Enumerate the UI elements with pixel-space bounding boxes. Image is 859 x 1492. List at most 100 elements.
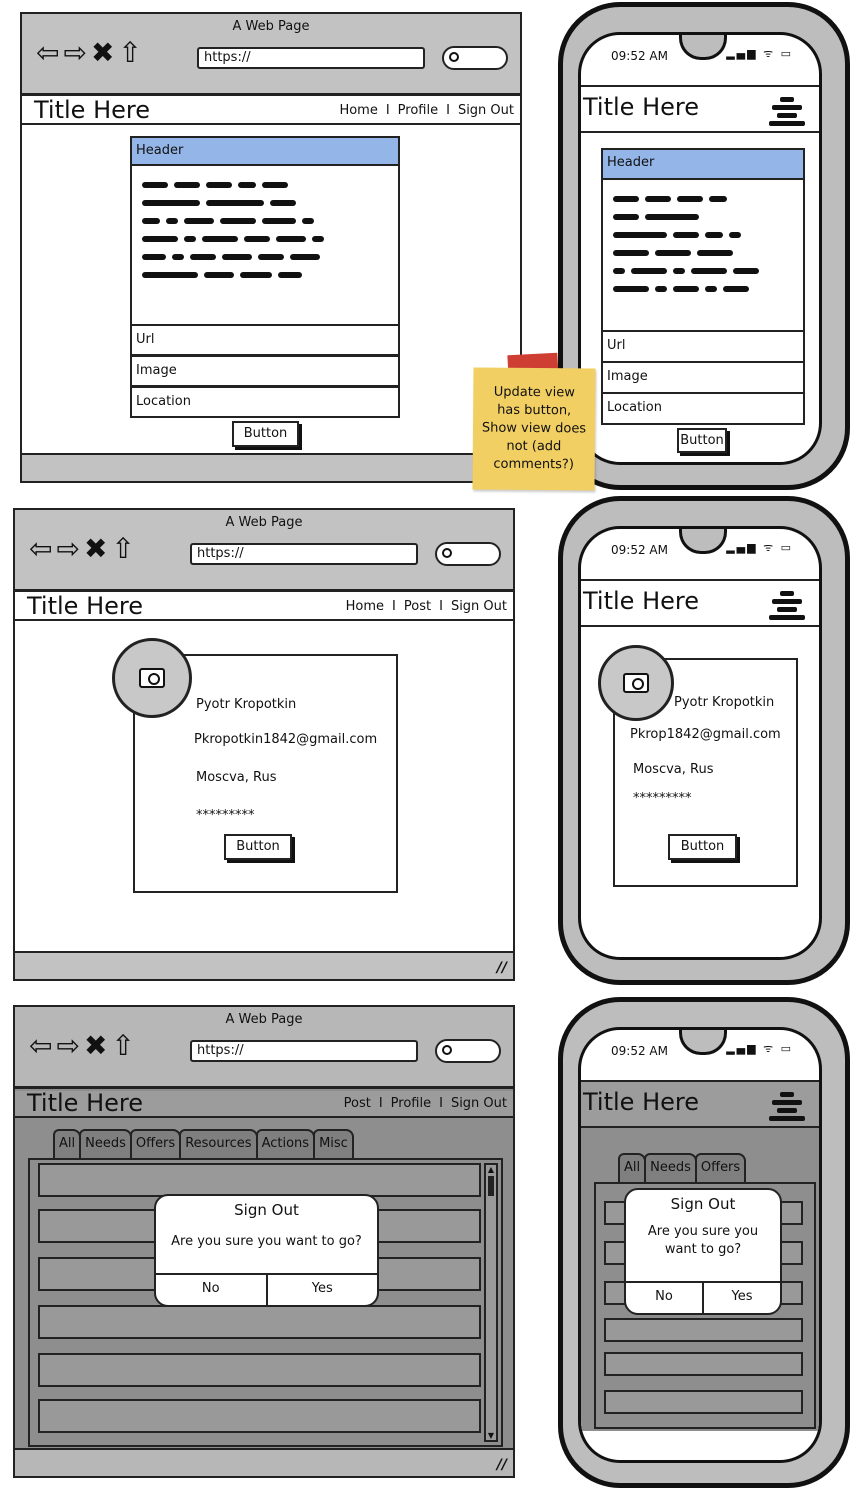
list-item[interactable] [604,1318,803,1342]
scribble-word [290,253,320,260]
search-field[interactable] [435,1039,501,1063]
list-item[interactable] [604,1352,803,1376]
text-body[interactable] [130,164,400,326]
url-input[interactable]: https:// [197,47,425,69]
nav-post[interactable]: Post [384,599,431,614]
back-icon[interactable]: ⇦ [29,532,56,565]
list-item[interactable] [38,1353,481,1387]
nav-profile[interactable]: Profile [371,1096,431,1111]
resize-grip-icon[interactable]: // [497,960,507,976]
image-field[interactable]: Image [601,361,805,394]
tab-needs[interactable]: Needs [79,1129,132,1158]
tab-offers[interactable]: Offers [694,1153,747,1182]
scribble-word [697,249,733,256]
stop-icon[interactable]: ✖ [84,1029,111,1062]
window-title: A Web Page [225,515,303,530]
no-button[interactable]: No [156,1275,266,1305]
url-field[interactable]: Url [130,324,400,356]
nav-sign-out[interactable]: Sign Out [431,1096,507,1111]
forward-icon[interactable]: ⇨ [56,532,83,565]
browser-chrome: A Web Page ⇦⇨✖⇧ https:// [15,1007,513,1089]
browser-nav-icons[interactable]: ⇦⇨✖⇧ [36,36,146,70]
phone-screen: 09:52 AM ▂▄▆ ᯤ ▭ Title Here Pyotr Kropot… [578,526,822,960]
scribble-word [613,213,639,220]
url-field[interactable]: Url [601,330,805,363]
phone-screen: 09:52 AM ▂▄▆ ᯤ ▭ Title Here Header Url I… [578,32,822,465]
scribble-word [142,253,166,260]
scrollbar[interactable]: ▲ ▼ [484,1163,498,1442]
back-icon[interactable]: ⇦ [29,1029,56,1062]
scribble-word [278,271,302,278]
tab-needs[interactable]: Needs [644,1153,697,1182]
scroll-up-icon[interactable]: ▲ [486,1165,496,1174]
tab-offers[interactable]: Offers [129,1129,182,1158]
avatar[interactable] [112,638,192,718]
search-field[interactable] [442,46,508,70]
tab-all[interactable]: All [53,1129,82,1158]
list-item[interactable] [604,1390,803,1414]
mobile-signout-phone: 09:52 AM ▂▄▆ ᯤ ▭ Title Here All Needs Of… [558,997,850,1488]
submit-button[interactable]: Button [677,428,727,453]
page-title: Title Here [27,592,143,620]
hamburger-menu-icon[interactable] [769,1092,805,1121]
nav-home[interactable]: Home [339,103,377,118]
window-title: A Web Page [225,1012,303,1027]
phone-notch [679,35,727,60]
avatar[interactable] [598,645,674,721]
list-item[interactable] [38,1305,481,1339]
signal-wifi-battery-icons: ▂▄▆ ᯤ ▭ [726,541,793,554]
hamburger-menu-icon[interactable] [769,591,805,620]
nav-sign-out[interactable]: Sign Out [431,599,507,614]
stop-icon[interactable]: ✖ [84,532,111,565]
no-button[interactable]: No [626,1283,702,1313]
text-body[interactable] [601,178,805,332]
profile-email: Pkrop1842@gmail.com [630,727,781,742]
profile-button[interactable]: Button [668,834,737,860]
tab-all[interactable]: All [618,1153,647,1182]
scribble-word [258,253,284,260]
submit-button[interactable]: Button [232,421,299,447]
tab-misc[interactable]: Misc [313,1129,354,1158]
nav-home[interactable]: Home [346,599,384,614]
url-input[interactable]: https:// [190,1040,418,1062]
profile-button[interactable]: Button [224,834,292,860]
scroll-thumb[interactable] [488,1176,494,1196]
nav-profile[interactable]: Profile [378,103,438,118]
scribble-word [142,181,168,188]
back-icon[interactable]: ⇦ [36,36,63,69]
tab-actions[interactable]: Actions [255,1129,316,1158]
url-input[interactable]: https:// [190,543,418,565]
scribble-word [631,267,667,274]
yes-button[interactable]: Yes [702,1283,780,1313]
hamburger-menu-icon[interactable] [769,97,805,126]
home-icon[interactable]: ⇧ [111,532,138,565]
scribble-word [613,195,639,202]
tab-resources[interactable]: Resources [179,1129,258,1158]
site-navbar: Title Here HomePostSign Out [15,592,513,621]
scribble-word [673,267,685,274]
nav-post[interactable]: Post [344,1096,371,1111]
resize-grip-icon[interactable]: // [497,1457,507,1473]
image-field[interactable]: Image [130,355,400,387]
status-bar: // [15,951,513,979]
scroll-down-icon[interactable]: ▼ [486,1431,496,1440]
search-field[interactable] [435,542,501,566]
yes-button[interactable]: Yes [265,1275,378,1305]
nav-sign-out[interactable]: Sign Out [438,103,514,118]
search-icon [442,1045,452,1055]
profile-location: Moscva, Rus [633,762,714,777]
browser-nav-icons[interactable]: ⇦⇨✖⇧ [29,532,139,566]
location-field[interactable]: Location [130,386,400,418]
site-navbar: Title Here HomeProfileSign Out [22,96,520,125]
forward-icon[interactable]: ⇨ [63,36,90,69]
home-icon[interactable]: ⇧ [118,36,145,69]
list-item[interactable] [38,1163,481,1197]
forward-icon[interactable]: ⇨ [56,1029,83,1062]
location-field[interactable]: Location [601,392,805,425]
stop-icon[interactable]: ✖ [91,36,118,69]
desktop-signout-window: A Web Page ⇦⇨✖⇧ https:// Title Here Post… [13,1005,515,1478]
home-icon[interactable]: ⇧ [111,1029,138,1062]
browser-nav-icons[interactable]: ⇦⇨✖⇧ [29,1029,139,1063]
scribble-word [645,213,699,220]
list-item[interactable] [38,1399,481,1433]
